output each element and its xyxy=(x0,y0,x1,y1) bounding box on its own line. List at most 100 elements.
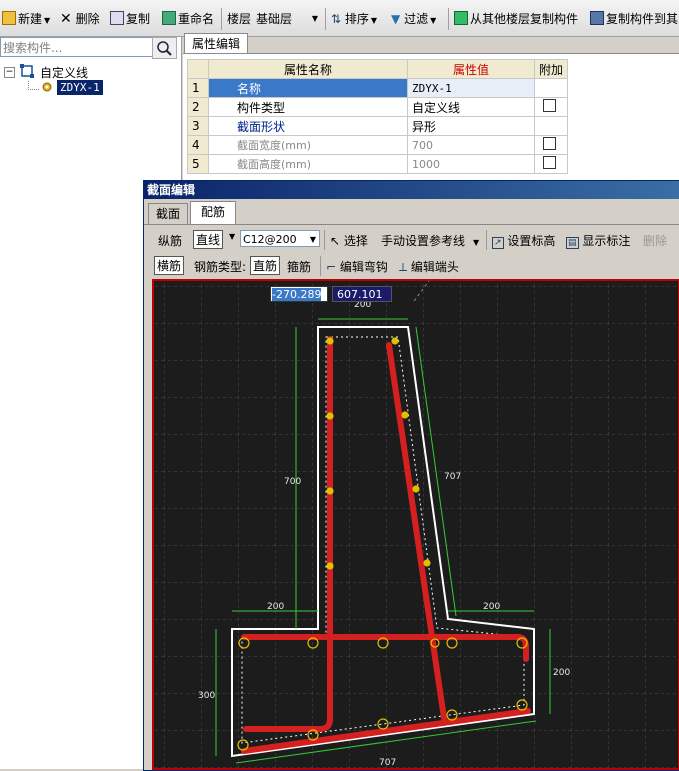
column-header: 属性值 xyxy=(407,59,535,79)
table-row[interactable]: 1 名称 ZDYX-1 xyxy=(187,78,569,98)
tab-divider xyxy=(144,224,679,225)
tree-child-selected[interactable]: ZDYX-1 xyxy=(57,80,103,95)
copy-to-icon xyxy=(590,11,604,25)
filter-icon: ▼ xyxy=(391,12,401,26)
new-button[interactable]: 新建 ▼ xyxy=(2,10,50,28)
copy-button[interactable]: 复制 xyxy=(110,10,150,28)
chevron-down-icon: ▼ xyxy=(309,235,316,244)
tree-collapse-toggle[interactable]: − xyxy=(4,67,15,78)
copy-from-floor-icon xyxy=(454,11,468,25)
rebar-dot xyxy=(412,485,420,493)
section-drawing[interactable]: 200 700 707 200 200 300 200 707 xyxy=(154,281,678,768)
gear-icon xyxy=(41,81,53,93)
checkbox[interactable] xyxy=(543,137,556,150)
toolbar-divider xyxy=(486,230,487,250)
longitudinal-label: 纵筋 xyxy=(158,234,183,248)
chevron-down-icon[interactable]: ▼ xyxy=(229,232,235,241)
dim-label-slope: 707 xyxy=(444,472,461,482)
rebar-type-label: 钢筋类型: xyxy=(194,260,247,274)
column-header: 附加 xyxy=(533,59,569,79)
delete-button[interactable]: 删除 xyxy=(643,232,667,249)
coord-x-input[interactable]: -270.289 xyxy=(270,286,328,302)
toolbar-divider xyxy=(325,8,326,30)
dim-label-left: 200 xyxy=(267,602,284,612)
rebar-dot xyxy=(326,487,334,495)
edit-end-button[interactable]: ⟂ 编辑端头 xyxy=(399,258,459,275)
tab-reinforcement[interactable]: 配筋 xyxy=(190,201,236,225)
table-header-row: 属性名称 属性值 附加 xyxy=(187,59,569,79)
rebar-dot xyxy=(326,337,334,345)
table-row[interactable]: 4 截面宽度(mm) 700 xyxy=(187,135,569,155)
select-button[interactable]: ↖ 选择 xyxy=(330,232,368,249)
toolbar-divider xyxy=(448,8,449,30)
sort-icon: ⇅ xyxy=(331,12,342,26)
tab-section[interactable]: 截面 xyxy=(148,203,188,224)
set-elevation-button[interactable]: ↗ 设置标高 xyxy=(492,232,555,249)
ruler-icon: ▤ xyxy=(566,237,579,249)
transverse-button[interactable]: 横筋 xyxy=(154,256,185,275)
sort-button[interactable]: ⇅ 排序 ▼ xyxy=(331,10,377,28)
rebar-dot xyxy=(326,412,334,420)
rebar-dot xyxy=(326,562,334,570)
tab-property-edit[interactable]: 属性编辑 xyxy=(184,33,248,54)
table-row[interactable]: 2 构件类型 自定义线 xyxy=(187,97,569,117)
dim-label-stem: 700 xyxy=(284,477,301,487)
search-input[interactable]: 搜索构件... xyxy=(0,37,155,57)
rename-button[interactable]: 重命名 xyxy=(162,10,214,28)
search-icon xyxy=(157,41,172,56)
tree-connector xyxy=(28,81,39,90)
copy-icon xyxy=(110,11,124,25)
rebar-dot xyxy=(391,337,399,345)
chevron-down-icon: ▼ xyxy=(473,238,480,247)
checkbox[interactable] xyxy=(543,156,556,169)
chevron-down-icon: ▼ xyxy=(370,16,378,25)
rebar-spec-select[interactable]: C12@200 ▼ xyxy=(240,230,320,247)
hook-icon: ⌐ xyxy=(326,260,337,274)
checkbox[interactable] xyxy=(543,99,556,112)
row-number-header xyxy=(187,59,209,79)
window-title: 截面编辑 xyxy=(144,181,679,199)
column-header: 属性名称 xyxy=(208,59,408,79)
coord-y-input[interactable]: 607.101 xyxy=(332,286,392,302)
dim-label-right-height: 200 xyxy=(553,668,570,678)
straight-rebar-button[interactable]: 直筋 xyxy=(250,256,281,275)
toolbar-divider xyxy=(324,230,325,250)
line-mode-button[interactable]: 直线 xyxy=(193,230,224,249)
main-toolbar: 新建 ▼ ✕ 删除 复制 重命名 楼层 基础层 ▼ ⇅ 排序 ▼ ▼ 过滤 ▼ 从其他楼… xyxy=(0,0,679,37)
section-editor-window: 截面编辑 截面 配筋 纵筋 直线 ▼ C12@200 ▼ ↖ 选择 手动设置参考线… xyxy=(143,180,679,771)
property-table-panel: 属性名称 属性值 附加 1 名称 ZDYX-1 2 构件类型 自定义线 3 截面… xyxy=(183,53,679,184)
rebar-dot xyxy=(423,559,431,567)
show-marks-button[interactable]: ▤ 显示标注 xyxy=(566,232,630,249)
edit-hook-button[interactable]: ⌐ 编辑弯钩 xyxy=(326,258,388,275)
end-icon: ⟂ xyxy=(399,260,408,274)
property-table: 属性名称 属性值 附加 1 名称 ZDYX-1 2 构件类型 自定义线 3 截面… xyxy=(187,59,569,174)
tree-root-label[interactable]: 自定义线 xyxy=(40,64,88,81)
rebar-dot xyxy=(401,411,409,419)
floor-label: 楼层 xyxy=(227,12,252,26)
manual-ref-line-button[interactable]: 手动设置参考线 ▼ xyxy=(381,232,479,249)
filter-button[interactable]: ▼ 过滤 ▼ xyxy=(391,10,436,28)
chevron-down-icon: ▼ xyxy=(311,14,318,23)
chevron-down-icon: ▼ xyxy=(430,16,437,25)
dim-label-base: 300 xyxy=(198,691,215,701)
rename-icon xyxy=(162,11,176,25)
table-row[interactable]: 3 截面形状 异形 xyxy=(187,116,569,136)
stirrup-button[interactable]: 箍筋 xyxy=(287,258,311,275)
copy-from-floor-button[interactable]: 从其他楼层复制构件 xyxy=(454,10,578,28)
copy-to-button[interactable]: 复制构件到其 xyxy=(590,10,678,28)
search-button[interactable] xyxy=(152,37,177,59)
drawing-canvas[interactable]: 200 700 707 200 200 300 200 707 -270.289… xyxy=(152,279,679,770)
custom-line-icon xyxy=(20,64,34,78)
table-row[interactable]: 5 截面高度(mm) 1000 xyxy=(187,154,569,174)
dim-label-bottom: 707 xyxy=(379,758,396,768)
toolbar-divider xyxy=(320,256,321,276)
floor-select[interactable]: 基础层 ▼ xyxy=(256,10,320,28)
new-icon xyxy=(2,11,16,25)
cursor-icon: ↖ xyxy=(330,234,341,248)
close-icon: ✕ xyxy=(60,11,72,27)
delete-button[interactable]: ✕ 删除 xyxy=(60,10,100,28)
dim-label-right: 200 xyxy=(483,602,500,612)
toolbar-divider xyxy=(221,8,222,30)
elevation-icon: ↗ xyxy=(492,237,504,249)
chevron-down-icon: ▼ xyxy=(44,16,51,25)
